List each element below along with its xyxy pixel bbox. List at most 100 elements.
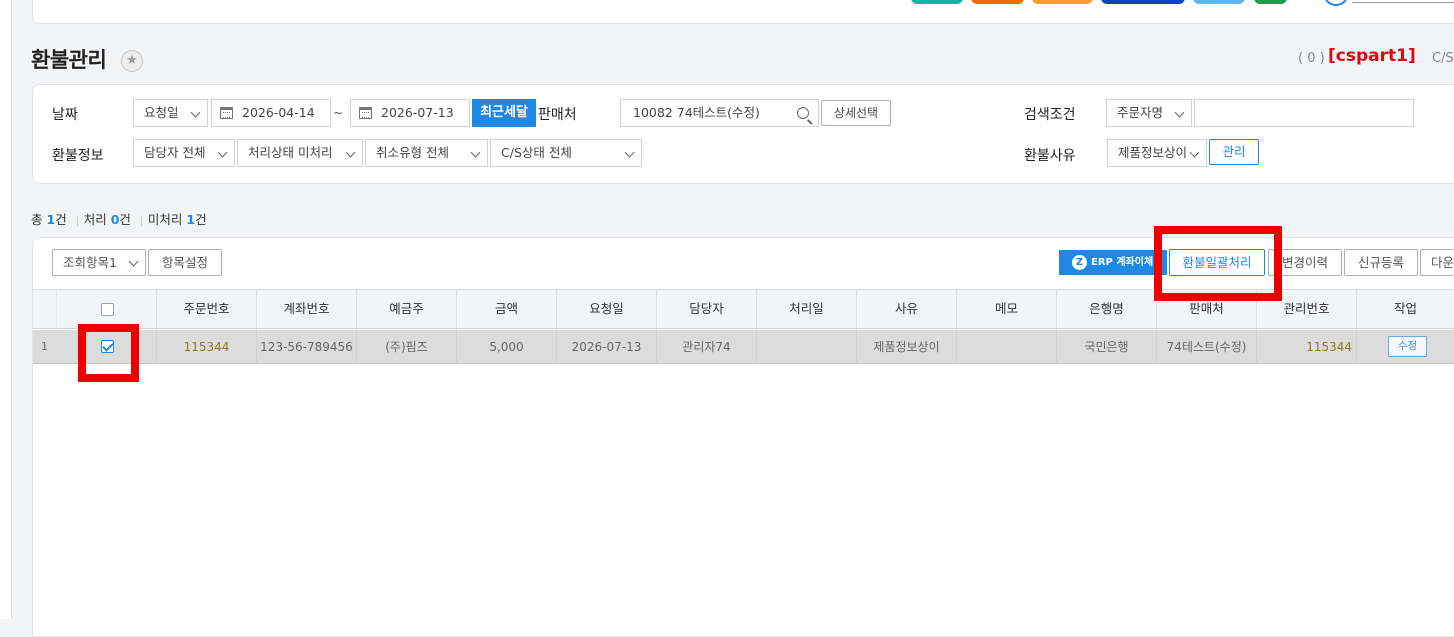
divider <box>140 215 142 226</box>
divider <box>76 215 78 226</box>
col-seller[interactable]: 판매처 <box>1157 290 1257 330</box>
top-button-2[interactable] <box>971 0 1024 4</box>
reason-select[interactable]: 제품정보상이 <box>1107 139 1207 167</box>
seller-label: 판매처 <box>538 107 577 123</box>
top-button-5[interactable] <box>1193 0 1245 4</box>
header-count: ( 0 ) <box>1298 51 1325 66</box>
cell-order-no[interactable]: 115344 <box>157 330 257 364</box>
col-bank[interactable]: 은행명 <box>1057 290 1157 330</box>
erp-transfer-button[interactable]: Z ERP 계좌이체 <box>1059 250 1167 275</box>
cell-manager: 관리자74 <box>657 330 757 364</box>
recent-3-months-button[interactable]: 최근세달 <box>472 99 536 127</box>
date-from-value: 2026-04-14 <box>242 105 315 120</box>
new-register-button[interactable]: 신규등록 <box>1344 249 1418 276</box>
reason-manage-button[interactable]: 관리 <box>1209 139 1259 165</box>
cell-seller: 74테스트(수정) <box>1157 330 1257 364</box>
chevron-down-icon <box>470 147 481 158</box>
favorite-star-icon[interactable]: ★ <box>121 50 143 72</box>
select-all-checkbox[interactable] <box>101 303 114 316</box>
col-memo[interactable]: 메모 <box>957 290 1057 330</box>
seller-input[interactable]: 10082 74테스트(수정) <box>620 99 819 127</box>
top-button-3[interactable] <box>1032 0 1093 4</box>
table-row[interactable]: 1 115344 123-56-789456 (주)핌즈 5,000 2026-… <box>33 330 1454 364</box>
unit: 건 <box>119 212 131 227</box>
row-checkbox[interactable] <box>101 340 114 353</box>
item-settings-button[interactable]: 항목설정 <box>148 249 222 276</box>
top-button-6[interactable] <box>1254 0 1287 4</box>
condition-label: 검색조건 <box>1024 107 1076 123</box>
cs-status-select[interactable]: C/S상태 전체 <box>490 139 642 167</box>
col-account-no[interactable]: 계좌번호 <box>257 290 357 330</box>
page-title: 환불관리 <box>31 48 107 72</box>
cell-reason: 제품정보상이 <box>857 330 957 364</box>
process-status-select[interactable]: 처리상태 미처리 <box>237 139 363 167</box>
date-label: 날짜 <box>52 107 78 123</box>
refund-info-label: 환불정보 <box>52 148 104 164</box>
manager-select[interactable]: 담당자 전체 <box>133 139 235 167</box>
date-from-input[interactable]: 2026-04-14 <box>211 99 331 127</box>
view-items-value: 조회항목1 <box>63 255 117 270</box>
chevron-down-icon <box>1189 147 1200 158</box>
cancel-type-select[interactable]: 취소유형 전체 <box>365 139 488 167</box>
col-management-no[interactable]: 관리번호 <box>1257 290 1357 330</box>
col-amount[interactable]: 금액 <box>457 290 557 330</box>
col-order-no[interactable]: 주문번호 <box>157 290 257 330</box>
search-icon[interactable] <box>797 107 809 119</box>
condition-type-value: 주문자명 <box>1117 105 1164 120</box>
row-checkbox-cell <box>57 330 157 364</box>
col-action[interactable]: 작업 <box>1357 290 1454 330</box>
cs-status-value: C/S상태 전체 <box>501 145 572 160</box>
date-type-select[interactable]: 요청일 <box>133 99 208 127</box>
edit-button[interactable]: 수정 <box>1388 336 1427 357</box>
download-button[interactable]: 다운 <box>1420 249 1454 276</box>
cell-memo <box>957 330 1057 364</box>
chevron-down-icon <box>217 147 228 158</box>
left-rail <box>0 0 12 619</box>
manager-value: 담당자 전체 <box>144 145 206 160</box>
process-status-value: 처리상태 미처리 <box>248 145 333 160</box>
total-label: 총 <box>31 212 43 227</box>
grid-header: 주문번호 계좌번호 예금주 금액 요청일 담당자 처리일 사유 메모 은행명 판… <box>33 289 1454 330</box>
date-type-value: 요청일 <box>144 105 179 120</box>
cell-amount: 5,000 <box>457 330 557 364</box>
unprocessed-count: 1 <box>186 212 196 227</box>
erp-transfer-label: ERP 계좌이체 <box>1091 257 1154 268</box>
date-range-separator: ~ <box>333 106 344 120</box>
batch-refund-button[interactable]: 환불일괄처리 <box>1169 249 1265 276</box>
chevron-down-icon <box>624 147 635 158</box>
col-manager[interactable]: 담당자 <box>657 290 757 330</box>
unprocessed-label: 미처리 <box>147 212 183 227</box>
cell-request-date: 2026-07-13 <box>557 330 657 364</box>
seller-value: 10082 74테스트(수정) <box>633 105 760 120</box>
date-to-input[interactable]: 2026-07-13 <box>350 99 470 127</box>
unit: 건 <box>55 212 67 227</box>
reason-value: 제품정보상이 <box>1118 145 1188 160</box>
cancel-type-value: 취소유형 전체 <box>376 145 449 160</box>
chevron-down-icon <box>128 256 139 267</box>
cell-bank: 국민은행 <box>1057 330 1157 364</box>
col-account-holder[interactable]: 예금주 <box>357 290 457 330</box>
calendar-icon[interactable] <box>359 107 372 119</box>
condition-value-input[interactable] <box>1194 99 1414 127</box>
detail-select-button[interactable]: 상세선택 <box>821 100 891 126</box>
col-request-date[interactable]: 요청일 <box>557 290 657 330</box>
top-line <box>1352 0 1454 3</box>
calendar-icon[interactable] <box>220 107 233 119</box>
total-count: 1 <box>46 212 56 227</box>
change-history-button[interactable]: 변경이력 <box>1268 249 1342 276</box>
view-items-select[interactable]: 조회항목1 <box>52 249 146 276</box>
cell-management-no: 115344 <box>1257 330 1357 364</box>
cell-process-date <box>757 330 857 364</box>
date-to-value: 2026-07-13 <box>381 105 454 120</box>
header-checkbox-cell <box>57 290 157 330</box>
user-id: [cspart1] <box>1328 46 1416 66</box>
result-summary: 총 1건 처리 0건 미처리 1건 <box>31 209 207 228</box>
unit: 건 <box>195 212 207 227</box>
top-button-1[interactable] <box>911 0 963 4</box>
col-reason[interactable]: 사유 <box>857 290 957 330</box>
chevron-down-icon <box>190 107 201 118</box>
top-button-4[interactable] <box>1101 0 1185 4</box>
col-process-date[interactable]: 처리일 <box>757 290 857 330</box>
chevron-down-icon <box>345 147 356 158</box>
condition-type-select[interactable]: 주문자명 <box>1106 99 1192 127</box>
